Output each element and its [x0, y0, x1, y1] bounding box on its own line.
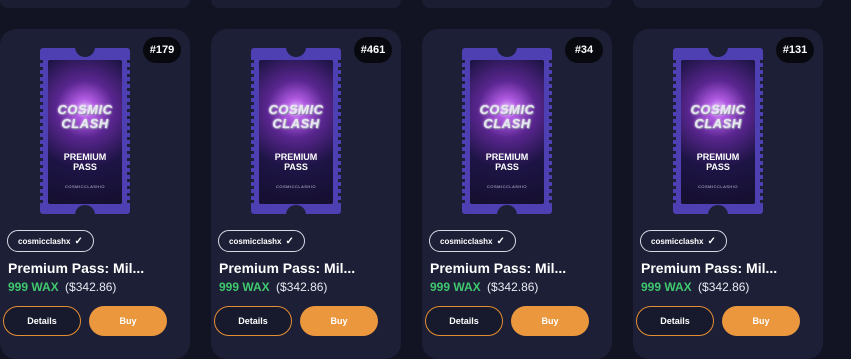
ticket-pass-line1: PREMIUM: [696, 152, 740, 162]
price: 999 WAX ($342.86): [641, 280, 749, 294]
previous-row-card-edge: [211, 0, 401, 8]
ticket-logo-line1: COSMIC: [268, 102, 324, 117]
nft-card[interactable]: #34 COSMIC CLASH PREMIUM PASS COSMICCLAS…: [422, 29, 612, 359]
ticket-image[interactable]: COSMIC CLASH PREMIUM PASS COSMICCLASHIO: [462, 47, 552, 215]
buy-button[interactable]: Buy: [300, 306, 378, 336]
price-wax: 999 WAX: [641, 280, 692, 294]
card-title[interactable]: Premium Pass: Mil...: [219, 260, 355, 276]
ticket-image[interactable]: COSMIC CLASH PREMIUM PASS COSMICCLASHIO: [40, 47, 130, 215]
ticket-logo-line2: CLASH: [272, 116, 320, 131]
details-button[interactable]: Details: [425, 306, 503, 336]
ticket-perforation: [127, 60, 130, 204]
collection-name: cosmicclashx: [440, 236, 493, 246]
ticket-pass-line2: PASS: [706, 162, 730, 172]
ticket-pass-label: PREMIUM PASS: [681, 152, 755, 172]
ticket-small-print: COSMICCLASHIO: [64, 184, 106, 189]
ticket-pass-label: PREMIUM PASS: [470, 152, 544, 172]
ticket-pass-line1: PREMIUM: [63, 152, 107, 162]
ticket-logo-line2: CLASH: [694, 116, 742, 131]
price-usd: ($342.86): [698, 280, 750, 294]
ticket-small-print: COSMICCLASHIO: [697, 184, 739, 189]
nft-card[interactable]: #179 COSMIC CLASH PREMIUM PASS COSMICCLA…: [0, 29, 190, 359]
ticket-pass-label: PREMIUM PASS: [48, 152, 122, 172]
ticket-pass-label: PREMIUM PASS: [259, 152, 333, 172]
ticket-logo-line1: COSMIC: [690, 102, 746, 117]
ticket-artwork: COSMIC CLASH PREMIUM PASS COSMICCLASHIO: [259, 60, 333, 204]
price-usd: ($342.86): [65, 280, 117, 294]
ticket-perforation: [673, 60, 676, 204]
ticket-perforation: [338, 60, 341, 204]
ticket-notch: [75, 47, 95, 57]
details-button[interactable]: Details: [214, 306, 292, 336]
price-wax: 999 WAX: [219, 280, 270, 294]
collection-pill[interactable]: cosmicclashx ✓: [218, 230, 305, 252]
ticket-small-print: COSMICCLASHIO: [275, 184, 317, 189]
price-usd: ($342.86): [487, 280, 539, 294]
card-title[interactable]: Premium Pass: Mil...: [641, 260, 777, 276]
card-title[interactable]: Premium Pass: Mil...: [430, 260, 566, 276]
price: 999 WAX ($342.86): [219, 280, 327, 294]
ticket-notch: [497, 205, 517, 215]
mint-number-badge: #179: [143, 37, 181, 63]
ticket-logo-line1: COSMIC: [479, 102, 535, 117]
collection-name: cosmicclashx: [18, 236, 71, 246]
ticket-perforation: [40, 60, 43, 204]
price: 999 WAX ($342.86): [430, 280, 538, 294]
card-title[interactable]: Premium Pass: Mil...: [8, 260, 144, 276]
details-button[interactable]: Details: [3, 306, 81, 336]
ticket-pass-line1: PREMIUM: [485, 152, 529, 162]
ticket-perforation: [760, 60, 763, 204]
collection-pill[interactable]: cosmicclashx ✓: [429, 230, 516, 252]
ticket-image[interactable]: COSMIC CLASH PREMIUM PASS COSMICCLASHIO: [251, 47, 341, 215]
ticket-small-print: COSMICCLASHIO: [486, 184, 528, 189]
checkmark-icon: ✓: [496, 235, 505, 247]
ticket-perforation: [462, 60, 465, 204]
price-usd: ($342.86): [276, 280, 328, 294]
ticket-logo-line1: COSMIC: [57, 102, 113, 117]
nft-card[interactable]: #461 COSMIC CLASH PREMIUM PASS COSMICCLA…: [211, 29, 401, 359]
ticket-notch: [286, 205, 306, 215]
collection-name: cosmicclashx: [229, 236, 282, 246]
ticket-notch: [286, 47, 306, 57]
ticket-image[interactable]: COSMIC CLASH PREMIUM PASS COSMICCLASHIO: [673, 47, 763, 215]
ticket-artwork: COSMIC CLASH PREMIUM PASS COSMICCLASHIO: [681, 60, 755, 204]
ticket-logo-line2: CLASH: [483, 116, 531, 131]
ticket-notch: [497, 47, 517, 57]
ticket-logo-line2: CLASH: [61, 116, 109, 131]
ticket-artwork: COSMIC CLASH PREMIUM PASS COSMICCLASHIO: [48, 60, 122, 204]
price-wax: 999 WAX: [430, 280, 481, 294]
ticket-artwork: COSMIC CLASH PREMIUM PASS COSMICCLASHIO: [470, 60, 544, 204]
price: 999 WAX ($342.86): [8, 280, 116, 294]
details-button[interactable]: Details: [636, 306, 714, 336]
ticket-notch: [708, 47, 728, 57]
previous-row-card-edge: [0, 0, 190, 8]
mint-number-badge: #461: [354, 37, 392, 63]
buy-button[interactable]: Buy: [722, 306, 800, 336]
price-wax: 999 WAX: [8, 280, 59, 294]
previous-row-card-edge: [633, 0, 823, 8]
buy-button[interactable]: Buy: [511, 306, 589, 336]
mint-number-badge: #34: [565, 37, 603, 63]
ticket-notch: [708, 205, 728, 215]
ticket-perforation: [251, 60, 254, 204]
mint-number-badge: #131: [776, 37, 814, 63]
collection-name: cosmicclashx: [651, 236, 704, 246]
ticket-pass-line2: PASS: [495, 162, 519, 172]
ticket-pass-line2: PASS: [73, 162, 97, 172]
collection-pill[interactable]: cosmicclashx ✓: [640, 230, 727, 252]
previous-row-card-edge: [422, 0, 612, 8]
ticket-notch: [75, 205, 95, 215]
buy-button[interactable]: Buy: [89, 306, 167, 336]
ticket-pass-line1: PREMIUM: [274, 152, 318, 162]
ticket-perforation: [549, 60, 552, 204]
checkmark-icon: ✓: [74, 235, 83, 247]
nft-card[interactable]: #131 COSMIC CLASH PREMIUM PASS COSMICCLA…: [633, 29, 823, 359]
ticket-pass-line2: PASS: [284, 162, 308, 172]
checkmark-icon: ✓: [285, 235, 294, 247]
checkmark-icon: ✓: [707, 235, 716, 247]
collection-pill[interactable]: cosmicclashx ✓: [7, 230, 94, 252]
